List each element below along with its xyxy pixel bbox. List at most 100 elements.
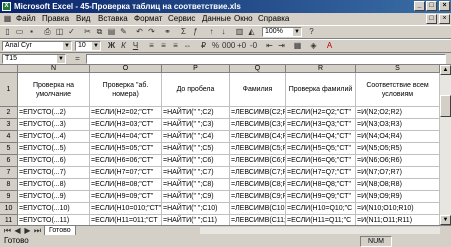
decrease-indent-icon[interactable]: ⇤ [264,41,275,51]
spreadsheet-grid[interactable]: N O P Q R S 1 Проверка на умолчание Проверка "аб… [0,65,440,225]
format-painter-icon[interactable]: ✎ [118,27,129,37]
table-cell[interactable]: =И(N5;О5;R5) [356,143,440,155]
document-icon[interactable]: ▦ [2,14,13,24]
sort-asc-icon[interactable]: ↑ [206,27,217,37]
column-title-cell[interactable]: Соответствие всем условиям [356,73,440,107]
table-cell[interactable]: =ЕСЛИ(Н4=04;"СТ" [90,131,162,143]
borders-icon[interactable]: ▦ [292,41,303,51]
table-cell[interactable]: =ЛЕВСИМВ(С10;Р [230,203,286,215]
table-cell[interactable]: =ЛЕВСИМВ(С8;Р8 [230,179,286,191]
column-title-cell[interactable]: Фамилия [230,73,286,107]
open-icon[interactable]: ▭ [14,27,25,37]
table-cell[interactable]: =ЛЕВСИМВ(С11;Р [230,215,286,225]
table-cell[interactable]: =ЕСЛИ(Н6=Q6;"СТ" [286,155,356,167]
preview-icon[interactable]: ◫ [54,27,65,37]
row-header[interactable]: 9 [0,191,18,203]
table-cell[interactable]: =НАЙТИ(" ";С8) [162,179,230,191]
table-cell[interactable]: =ЛЕВСИМВ(С6;Р6 [230,155,286,167]
menu-format[interactable]: Формат [134,13,162,25]
table-cell[interactable]: =ЛЕВСИМВ(С9;Р9 [230,191,286,203]
column-header-o[interactable]: O [90,65,162,73]
column-title-cell[interactable]: Проверка на умолчание [18,73,90,107]
row-header[interactable]: 6 [0,155,18,167]
table-cell[interactable]: =НАЙТИ(" ";С6) [162,155,230,167]
zoom-select[interactable]: 100% ▼ [262,27,302,37]
new-icon[interactable]: ▯ [2,27,13,37]
print-icon[interactable]: ⎙ [42,27,53,37]
table-cell[interactable]: =И(N3;О3;R3) [356,119,440,131]
table-cell[interactable]: =ЛЕВСИМВ(С5;Р5 [230,143,286,155]
decrease-decimal-icon[interactable]: -0 [248,41,259,51]
table-cell[interactable]: =ЕСЛИ(Н4=Q4;"СТ" [286,131,356,143]
table-cell[interactable]: =НАЙТИ(" ";С11) [162,215,230,225]
chart-wizard-icon[interactable]: ▥ [234,27,245,37]
scroll-up-icon[interactable]: ▲ [440,65,451,75]
font-size-select[interactable]: 10 ▼ [75,41,101,51]
table-cell[interactable]: =ЕСЛИ(Н6=06;"СТ" [90,155,162,167]
formula-input[interactable] [86,54,446,64]
column-header-p[interactable]: P [162,65,230,73]
paste-icon[interactable]: ▤ [106,27,117,37]
align-left-icon[interactable]: ≡ [146,41,157,51]
increase-indent-icon[interactable]: ⇥ [276,41,287,51]
save-icon[interactable]: ▪ [26,27,37,37]
name-box[interactable]: T15 ▼ [2,54,66,64]
table-cell[interactable]: =ЕСЛИ(Н10=Q10;"С [286,203,356,215]
font-color-icon[interactable]: A [324,41,335,51]
drawing-icon[interactable]: ◭ [246,27,257,37]
table-cell[interactable]: =ЕПУСТО(...10) [18,203,90,215]
table-cell[interactable]: =И(N6;О6;R6) [356,155,440,167]
column-header-q[interactable]: Q [230,65,286,73]
column-title-cell[interactable]: До пробела [162,73,230,107]
row-header[interactable]: 4 [0,131,18,143]
doc-close-button[interactable]: × [439,14,450,24]
menu-file[interactable]: Файл [16,13,36,25]
table-cell[interactable]: =ЛЕВСИМВ(С4;Р4 [230,131,286,143]
menu-window[interactable]: Окно [234,13,253,25]
hyperlink-icon[interactable]: ⚭ [162,27,173,37]
font-select[interactable]: Arial Cyr ▼ [2,41,72,51]
table-cell[interactable]: =ЕСЛИ(Н2=02;"СТ" [90,107,162,119]
table-cell[interactable]: =НАЙТИ(" ";С7) [162,167,230,179]
table-cell[interactable]: =И(N2;О2;R2) [356,107,440,119]
excel-icon[interactable]: X [2,2,11,11]
table-cell[interactable]: =ЕСЛИ(Н11=Q11;"С [286,215,356,225]
table-cell[interactable]: =И(N7;О7;R7) [356,167,440,179]
scroll-thumb[interactable] [440,95,451,117]
scroll-down-icon[interactable]: ▼ [440,215,451,225]
table-cell[interactable]: =ЕПУСТО(...6) [18,155,90,167]
table-cell[interactable]: =ЕСЛИ(Н7=07;"СТ" [90,167,162,179]
sort-desc-icon[interactable]: ↓ [218,27,229,37]
table-cell[interactable]: =ЕПУСТО(...11) [18,215,90,225]
vertical-scrollbar[interactable]: ▲ ▼ [440,65,451,225]
row-header[interactable]: 11 [0,215,18,225]
column-header-n[interactable]: N [18,65,90,73]
autosum-icon[interactable]: Σ [178,27,189,37]
column-header-s[interactable]: S [356,65,440,73]
table-cell[interactable]: =И(N10;О10;R10) [356,203,440,215]
thousands-icon[interactable]: 000 [222,41,235,51]
table-cell[interactable]: =ЕСЛИ(Н2=Q2;"СТ" [286,107,356,119]
bold-icon[interactable]: Ж [106,41,117,51]
maximize-button[interactable]: □ [426,1,437,11]
merge-center-icon[interactable]: ⇔ [182,41,193,51]
table-cell[interactable]: =ЕПУСТО(...7) [18,167,90,179]
fill-color-icon[interactable]: ◈ [308,41,319,51]
table-cell[interactable]: =И(N8;О8;R8) [356,179,440,191]
table-cell[interactable]: =ЕСЛИ(Н7=Q7;"СТ" [286,167,356,179]
table-cell[interactable]: =ЕСЛИ(Н5=Q5;"СТ" [286,143,356,155]
last-sheet-icon[interactable]: ⏭ [32,226,43,235]
table-cell[interactable]: =И(N4;О4;R4) [356,131,440,143]
table-cell[interactable]: =ЕСЛИ(Н10=010;"СТ" [90,203,162,215]
italic-icon[interactable]: К [118,41,129,51]
menu-help[interactable]: Справка [258,13,289,25]
table-cell[interactable]: =ЕСЛИ(Н8=Q8;"СТ" [286,179,356,191]
copy-icon[interactable]: ⧉ [94,27,105,37]
row-header[interactable]: 10 [0,203,18,215]
table-cell[interactable]: =ЛЕВСИМВ(С2;Р2 [230,107,286,119]
row-header[interactable]: 1 [0,73,18,107]
row-header[interactable]: 2 [0,107,18,119]
table-cell[interactable]: =ЕСЛИ(Н9=Q9;"СТ" [286,191,356,203]
table-cell[interactable]: =ЕПУСТО(...9) [18,191,90,203]
percent-icon[interactable]: % [210,41,221,51]
